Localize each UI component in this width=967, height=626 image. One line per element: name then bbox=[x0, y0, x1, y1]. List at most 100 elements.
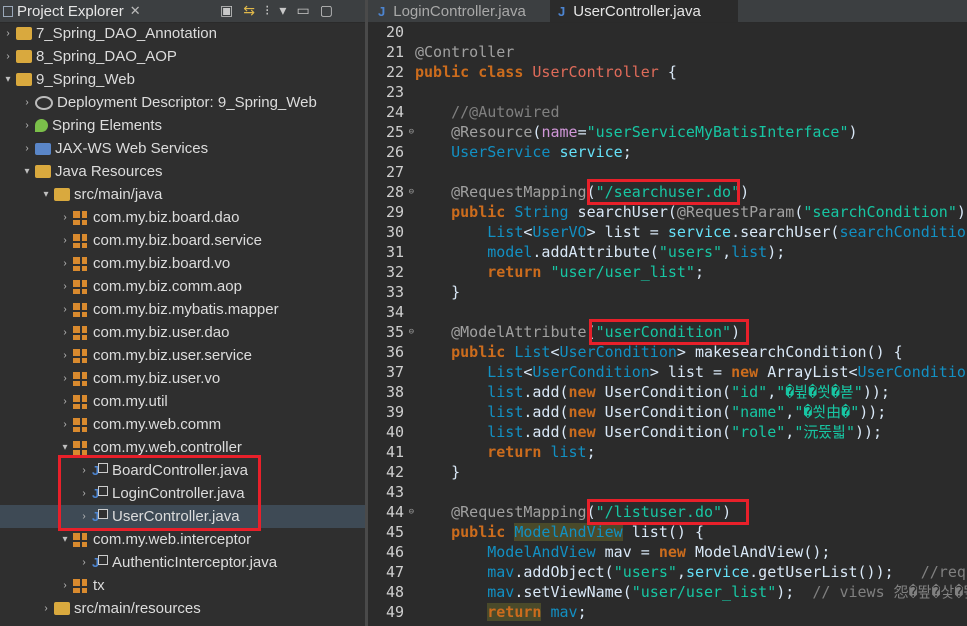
chevron-down-icon[interactable]: ▾ bbox=[59, 534, 71, 545]
line-number: 26 bbox=[368, 142, 404, 162]
fold-icon[interactable]: ⊖ bbox=[409, 182, 414, 202]
folder-icon bbox=[35, 165, 51, 178]
tab-user-controller[interactable]: J UserController.java bbox=[550, 0, 738, 22]
chevron-down-icon[interactable]: ▾ bbox=[21, 166, 33, 177]
chevron-right-icon[interactable]: › bbox=[59, 304, 71, 315]
tree-item[interactable]: › com.my.util bbox=[0, 390, 365, 413]
code-line: @Resource(name="userServiceMyBatisInterf… bbox=[451, 123, 858, 141]
line-number-text: 33 bbox=[385, 283, 404, 301]
tree-item[interactable]: › com.my.biz.comm.aop bbox=[0, 275, 365, 298]
chevron-right-icon[interactable]: › bbox=[59, 235, 71, 246]
chevron-right-icon[interactable]: › bbox=[59, 258, 71, 269]
chevron-right-icon[interactable]: › bbox=[21, 120, 33, 131]
tree-item[interactable]: ▾ com.my.web.interceptor bbox=[0, 528, 365, 551]
chevron-right-icon[interactable]: › bbox=[59, 373, 71, 384]
line-number: 29 bbox=[368, 202, 404, 222]
line-number: 20 bbox=[368, 22, 404, 42]
folder-icon bbox=[54, 602, 70, 615]
chevron-right-icon[interactable]: › bbox=[40, 603, 52, 614]
tree-item[interactable]: › com.my.web.comm bbox=[0, 413, 365, 436]
line-number: 31 bbox=[368, 242, 404, 262]
deployment-descriptor-icon bbox=[35, 95, 53, 110]
tab-login-controller[interactable]: J LoginController.java bbox=[378, 0, 548, 22]
line-number: 39 bbox=[368, 402, 404, 422]
line-number: 37 bbox=[368, 362, 404, 382]
package-icon bbox=[73, 394, 87, 409]
line-number-text: 35 bbox=[385, 323, 404, 341]
chevron-right-icon[interactable]: › bbox=[2, 51, 14, 62]
tree-item[interactable]: › 7_Spring_DAO_Annotation bbox=[0, 22, 365, 45]
tree-item[interactable]: › com.my.biz.user.dao bbox=[0, 321, 365, 344]
tree-item-label: com.my.biz.user.vo bbox=[93, 370, 221, 387]
tree-item[interactable]: › Spring Elements bbox=[0, 114, 365, 137]
chevron-right-icon[interactable]: › bbox=[21, 97, 33, 108]
fold-icon[interactable]: ⊖ bbox=[409, 322, 414, 342]
line-number-text: 47 bbox=[385, 563, 404, 581]
collapse-all-icon[interactable]: ▣ bbox=[220, 2, 233, 19]
code-line: list.add(new UserCondition("role","沅뚰븳")… bbox=[487, 423, 883, 441]
tree-item[interactable]: › 8_Spring_DAO_AOP bbox=[0, 45, 365, 68]
chevron-right-icon[interactable]: › bbox=[59, 281, 71, 292]
line-number-text: 40 bbox=[385, 423, 404, 441]
line-number: 45 bbox=[368, 522, 404, 542]
line-number-gutter: 20 21 22 23 24 25 ⊖ 26 27 28 ⊖ 29 30 31 32 33 34 35 ⊖ 36 37 3… bbox=[368, 22, 414, 626]
tree-item-label: com.my.biz.user.dao bbox=[93, 324, 230, 341]
chevron-right-icon[interactable]: › bbox=[2, 28, 14, 39]
line-number-text: 34 bbox=[385, 303, 404, 321]
package-icon bbox=[73, 210, 87, 225]
tree-item[interactable]: ▾ 9_Spring_Web bbox=[0, 68, 365, 91]
line-number: 38 bbox=[368, 382, 404, 402]
java-file-icon: J bbox=[558, 3, 566, 19]
chevron-right-icon[interactable]: › bbox=[59, 419, 71, 430]
code-line: mav.setViewName("user/user_list"); // vi… bbox=[487, 583, 967, 601]
tree-item[interactable]: › com.my.biz.board.dao bbox=[0, 206, 365, 229]
chevron-right-icon[interactable]: › bbox=[59, 350, 71, 361]
code-line: } bbox=[415, 463, 461, 481]
chevron-down-icon[interactable]: ▾ bbox=[2, 74, 14, 85]
package-icon bbox=[73, 417, 87, 432]
link-with-editor-icon[interactable]: ⇆ bbox=[243, 2, 255, 19]
project-explorer-panel: Project Explorer ✕ ▣ ⇆ ⁝ ▾ ▭ ▢ › 7_Spring… bbox=[0, 0, 365, 626]
tree-item[interactable]: › com.my.biz.board.service bbox=[0, 229, 365, 252]
line-number-text: 27 bbox=[385, 163, 404, 181]
chevron-right-icon[interactable]: › bbox=[59, 580, 71, 591]
minimize-icon[interactable]: ▭ bbox=[296, 2, 309, 19]
code-line: } bbox=[415, 283, 461, 301]
tree-item[interactable]: › com.my.biz.board.vo bbox=[0, 252, 365, 275]
web-services-icon bbox=[35, 142, 51, 155]
tree-item[interactable]: › tx bbox=[0, 574, 365, 597]
tree-item[interactable]: › com.my.biz.user.vo bbox=[0, 367, 365, 390]
line-number-text: 28 bbox=[385, 183, 404, 201]
chevron-right-icon[interactable]: › bbox=[59, 212, 71, 223]
view-menu-icon[interactable]: ▾ bbox=[279, 2, 286, 19]
chevron-right-icon[interactable]: › bbox=[59, 396, 71, 407]
focus-icon[interactable]: ⁝ bbox=[265, 2, 269, 19]
fold-icon[interactable]: ⊖ bbox=[409, 122, 414, 142]
chevron-down-icon[interactable]: ▾ bbox=[40, 189, 52, 200]
line-number: 33 bbox=[368, 282, 404, 302]
chevron-right-icon[interactable]: › bbox=[59, 327, 71, 338]
close-icon[interactable]: ✕ bbox=[130, 3, 141, 19]
chevron-right-icon[interactable]: › bbox=[21, 143, 33, 154]
chevron-right-icon[interactable]: › bbox=[78, 557, 90, 568]
tree-item[interactable]: › src/main/resources bbox=[0, 597, 365, 620]
tree-item[interactable]: › com.my.biz.user.service bbox=[0, 344, 365, 367]
tree-item[interactable]: ▾ src/main/java bbox=[0, 183, 365, 206]
tree-item[interactable]: › com.my.biz.mybatis.mapper bbox=[0, 298, 365, 321]
maximize-icon[interactable]: ▢ bbox=[320, 2, 333, 19]
line-number: 36 bbox=[368, 342, 404, 362]
tree-item[interactable]: › J AuthenticInterceptor.java bbox=[0, 551, 365, 574]
fold-icon[interactable]: ⊖ bbox=[409, 502, 414, 522]
package-icon bbox=[73, 325, 87, 340]
line-number-text: 23 bbox=[385, 83, 404, 101]
tree-item[interactable]: › Deployment Descriptor: 9_Spring_Web bbox=[0, 91, 365, 114]
chevron-down-icon[interactable]: ▾ bbox=[59, 442, 71, 453]
project-explorer-tab[interactable]: Project Explorer ✕ bbox=[0, 0, 152, 22]
tree-item[interactable]: ▾ Java Resources bbox=[0, 160, 365, 183]
tree-item[interactable]: › JAX-WS Web Services bbox=[0, 137, 365, 160]
code-line: mav.addObject("users",service.getUserLis… bbox=[487, 563, 967, 581]
java-file-icon: J bbox=[378, 3, 386, 19]
line-number-text: 37 bbox=[385, 363, 404, 381]
code-line: list.add(new UserCondition("name","�쐿由�"… bbox=[487, 403, 887, 421]
code-editor: J LoginController.java J UserController.… bbox=[368, 0, 967, 626]
